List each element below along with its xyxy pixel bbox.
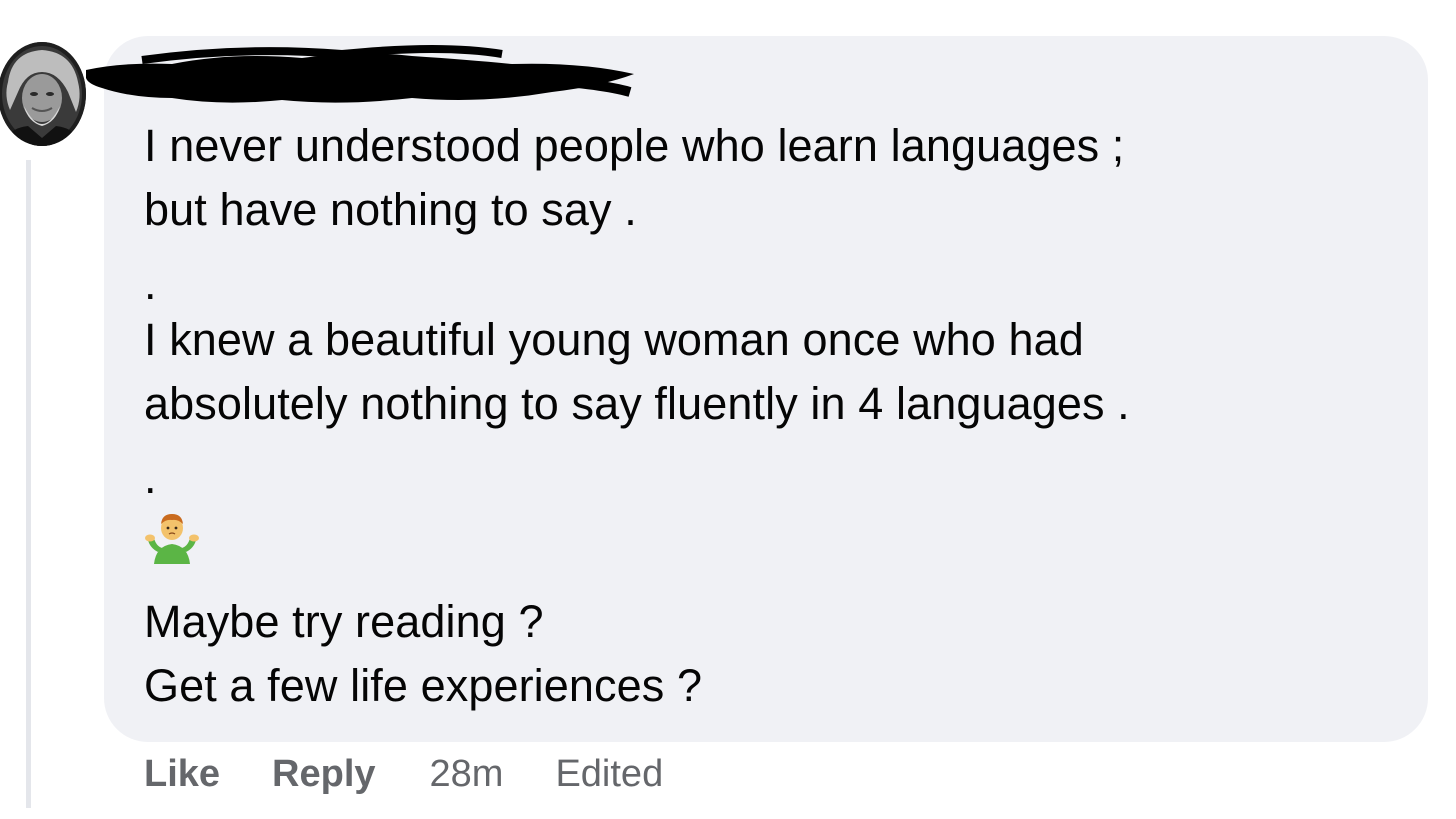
comment-text-line: absolutely nothing to say fluently in 4 … [144,378,1130,429]
comment-text-line: I knew a beautiful young woman once who … [144,314,1084,365]
comment-text-line: . [144,452,157,503]
like-button[interactable]: Like [144,753,220,796]
edited-indicator[interactable]: Edited [555,753,663,796]
scribble-redaction-icon [86,45,634,103]
man-shrugging-emoji-icon [144,512,200,564]
comment-text-line: . [144,258,157,309]
reply-button[interactable]: Reply [272,753,375,796]
comment-text-line: I never understood people who learn lang… [144,120,1125,171]
comment-thread: I never understood people who learn lang… [0,0,1456,819]
comment-timestamp[interactable]: 28m [430,753,504,796]
thread-connector-line [26,160,31,808]
author-avatar[interactable] [0,42,86,146]
comment-action-bar: Like Reply 28m Edited [144,748,663,800]
comment-text-line: but have nothing to say . [144,184,637,235]
comment-text-line: Maybe try reading ? [144,596,544,647]
author-name-redacted[interactable] [82,40,642,112]
comment-text-line: Get a few life experiences ? [144,660,703,711]
